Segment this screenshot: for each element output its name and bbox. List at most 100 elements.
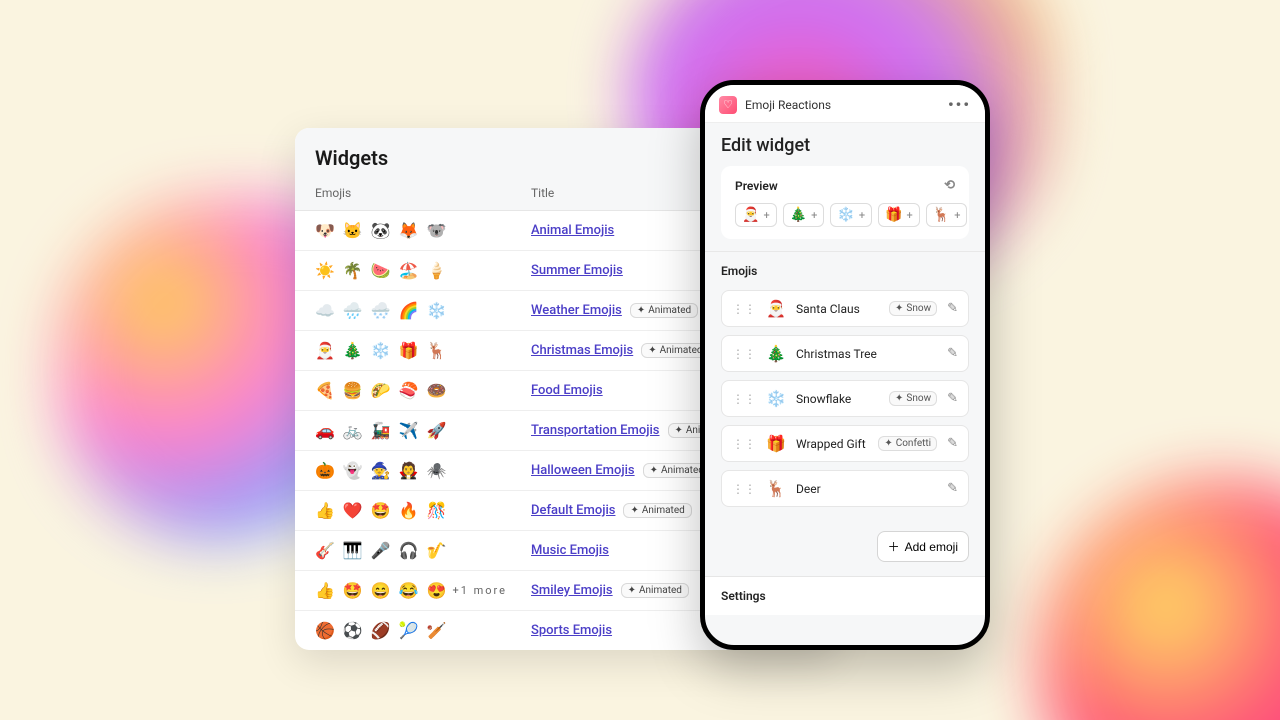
edit-icon[interactable]: ✎ [947,391,958,406]
heart-icon: ♡ [719,96,737,114]
widget-title-link[interactable]: Sports Emojis [531,623,612,638]
widget-title-link[interactable]: Halloween Emojis [531,463,635,478]
animated-badge-label: Animated [660,345,703,356]
device-frame: ♡ Emoji Reactions ••• Edit widget Previe… [700,80,990,650]
sparkle-icon: ✦ [648,345,656,356]
emoji-cell: 🎸 🎹 🎤 🎧 🎷 [315,541,531,560]
sparkle-icon: ✦ [884,438,892,449]
widget-title-link[interactable]: Summer Emojis [531,263,623,278]
emoji-glyph: 🎁 [885,207,902,223]
emoji-row: ⋮⋮ 🎄 Christmas Tree ✎ [721,335,969,372]
col-header-emojis: Emojis [315,186,531,200]
preview-card: Preview ⟲ 🎅+🎄+❄️+🎁+🦌+ [721,166,969,239]
widget-title-link[interactable]: Default Emojis [531,503,615,518]
edit-icon[interactable]: ✎ [947,436,958,451]
sparkle-icon: ✦ [675,425,683,436]
animated-badge: ✦ Animated [623,503,691,518]
drag-handle-icon[interactable]: ⋮⋮ [732,437,756,451]
emoji-glyph: 🎄 [790,207,807,223]
emoji-glyph: 🎁 [766,434,786,453]
emoji-cell: ☁️ 🌧️ 🌨️ 🌈 ❄️ [315,301,531,320]
emoji-name: Santa Claus [796,302,879,316]
emoji-glyph: ❄️ [837,207,854,223]
effect-tag: ✦Snow [889,301,937,316]
emoji-glyph: 🦌 [933,207,950,223]
emoji-glyph: 🎅 [742,207,759,223]
effect-tag-label: Snow [906,393,931,404]
drag-handle-icon[interactable]: ⋮⋮ [732,482,756,496]
preview-reaction[interactable]: 🎅+ [735,203,777,227]
emoji-glyph: 🎅 [766,299,786,318]
emoji-glyph: 🎄 [766,344,786,363]
preview-reaction[interactable]: 🦌+ [926,203,968,227]
decorative-blob [1040,480,1280,720]
widget-title-link[interactable]: Music Emojis [531,543,609,558]
effect-tag-label: Confetti [896,438,931,449]
emoji-cell: 🏀 ⚽ 🏈 🎾 🏏 [315,621,531,640]
drag-handle-icon[interactable]: ⋮⋮ [732,347,756,361]
edit-icon[interactable]: ✎ [947,346,958,361]
widget-title-link[interactable]: Smiley Emojis [531,583,613,598]
emoji-glyph: 🦌 [766,479,786,498]
emoji-glyph: ❄️ [766,389,786,408]
emoji-name: Wrapped Gift [796,437,868,451]
animated-badge-label: Animated [648,305,691,316]
plus-icon: + [859,209,865,222]
plus-icon: + [763,209,769,222]
edit-icon[interactable]: ✎ [947,481,958,496]
emoji-cell: 🍕 🍔 🌮 🍣 🍩 [315,381,531,400]
widget-title-link[interactable]: Weather Emojis [531,303,622,318]
emojis-section-label: Emojis [705,252,985,278]
effect-tag: ✦ Confetti [878,436,937,451]
emoji-cell: 🎃 👻 🧙 🧛 🕷️ [315,461,531,480]
sparkle-icon: ✦ [895,303,903,314]
sparkle-icon: ✦ [895,393,903,404]
plus-icon: ＋ [888,538,900,555]
app-title: Emoji Reactions [745,98,831,112]
emoji-cell: 🎅 🎄 ❄️ 🎁 🦌 [315,341,531,360]
emoji-row: ⋮⋮ 🎅 Santa Claus ✦Snow ✎ [721,290,969,327]
plus-icon: + [907,209,913,222]
animated-badge-label: Animated [642,505,685,516]
plus-icon: + [954,209,960,222]
add-emoji-button[interactable]: ＋ Add emoji [877,531,969,562]
sparkle-icon: ✦ [628,585,636,596]
emoji-cell: 🚗 🚲 🚂 ✈️ 🚀 [315,421,531,440]
emoji-row: ⋮⋮ 🎁 Wrapped Gift ✦ Confetti ✎ [721,425,969,462]
emoji-name: Snowflake [796,392,879,406]
emoji-name: Christmas Tree [796,347,937,361]
emoji-cell: 👍 🤩 😄 😂 😍+1 more [315,581,531,600]
drag-handle-icon[interactable]: ⋮⋮ [732,392,756,406]
preview-reaction[interactable]: 🎁+ [878,203,920,227]
add-emoji-label: Add emoji [905,540,958,554]
emoji-row: ⋮⋮ ❄️ Snowflake ✦Snow ✎ [721,380,969,417]
page-title: Edit widget [705,123,985,166]
animated-badge-label: Animated [639,585,682,596]
animated-badge: ✦Animated [630,303,698,318]
settings-section-label[interactable]: Settings [705,576,985,615]
effect-tag-label: Snow [906,303,931,314]
plus-icon: + [811,209,817,222]
preview-reaction[interactable]: ❄️ + [830,203,872,227]
widget-title-link[interactable]: Animal Emojis [531,223,614,238]
widget-title-link[interactable]: Christmas Emojis [531,343,633,358]
refresh-icon[interactable]: ⟲ [944,178,955,193]
emoji-cell: 🐶 🐱 🐼 🦊 🐨 [315,221,531,240]
app-brand: ♡ Emoji Reactions [719,96,831,114]
emoji-cell: ☀️ 🌴 🍉 🏖️ 🍦 [315,261,531,280]
sparkle-icon: ✦ [630,505,638,516]
animated-badge: ✦Animated [621,583,689,598]
sparkle-icon: ✦ [637,305,645,316]
emoji-name: Deer [796,482,937,496]
effect-tag: ✦Snow [889,391,937,406]
preview-reaction[interactable]: 🎄+ [783,203,825,227]
drag-handle-icon[interactable]: ⋮⋮ [732,302,756,316]
emoji-cell: 👍 ❤️ 🤩 🔥 🎊 [315,501,531,520]
animated-badge-label: Animated [661,465,704,476]
widget-title-link[interactable]: Transportation Emojis [531,423,660,438]
widget-title-link[interactable]: Food Emojis [531,383,603,398]
emoji-row: ⋮⋮ 🦌 Deer ✎ [721,470,969,507]
sparkle-icon: ✦ [650,465,658,476]
edit-icon[interactable]: ✎ [947,301,958,316]
more-icon[interactable]: ••• [948,95,971,114]
